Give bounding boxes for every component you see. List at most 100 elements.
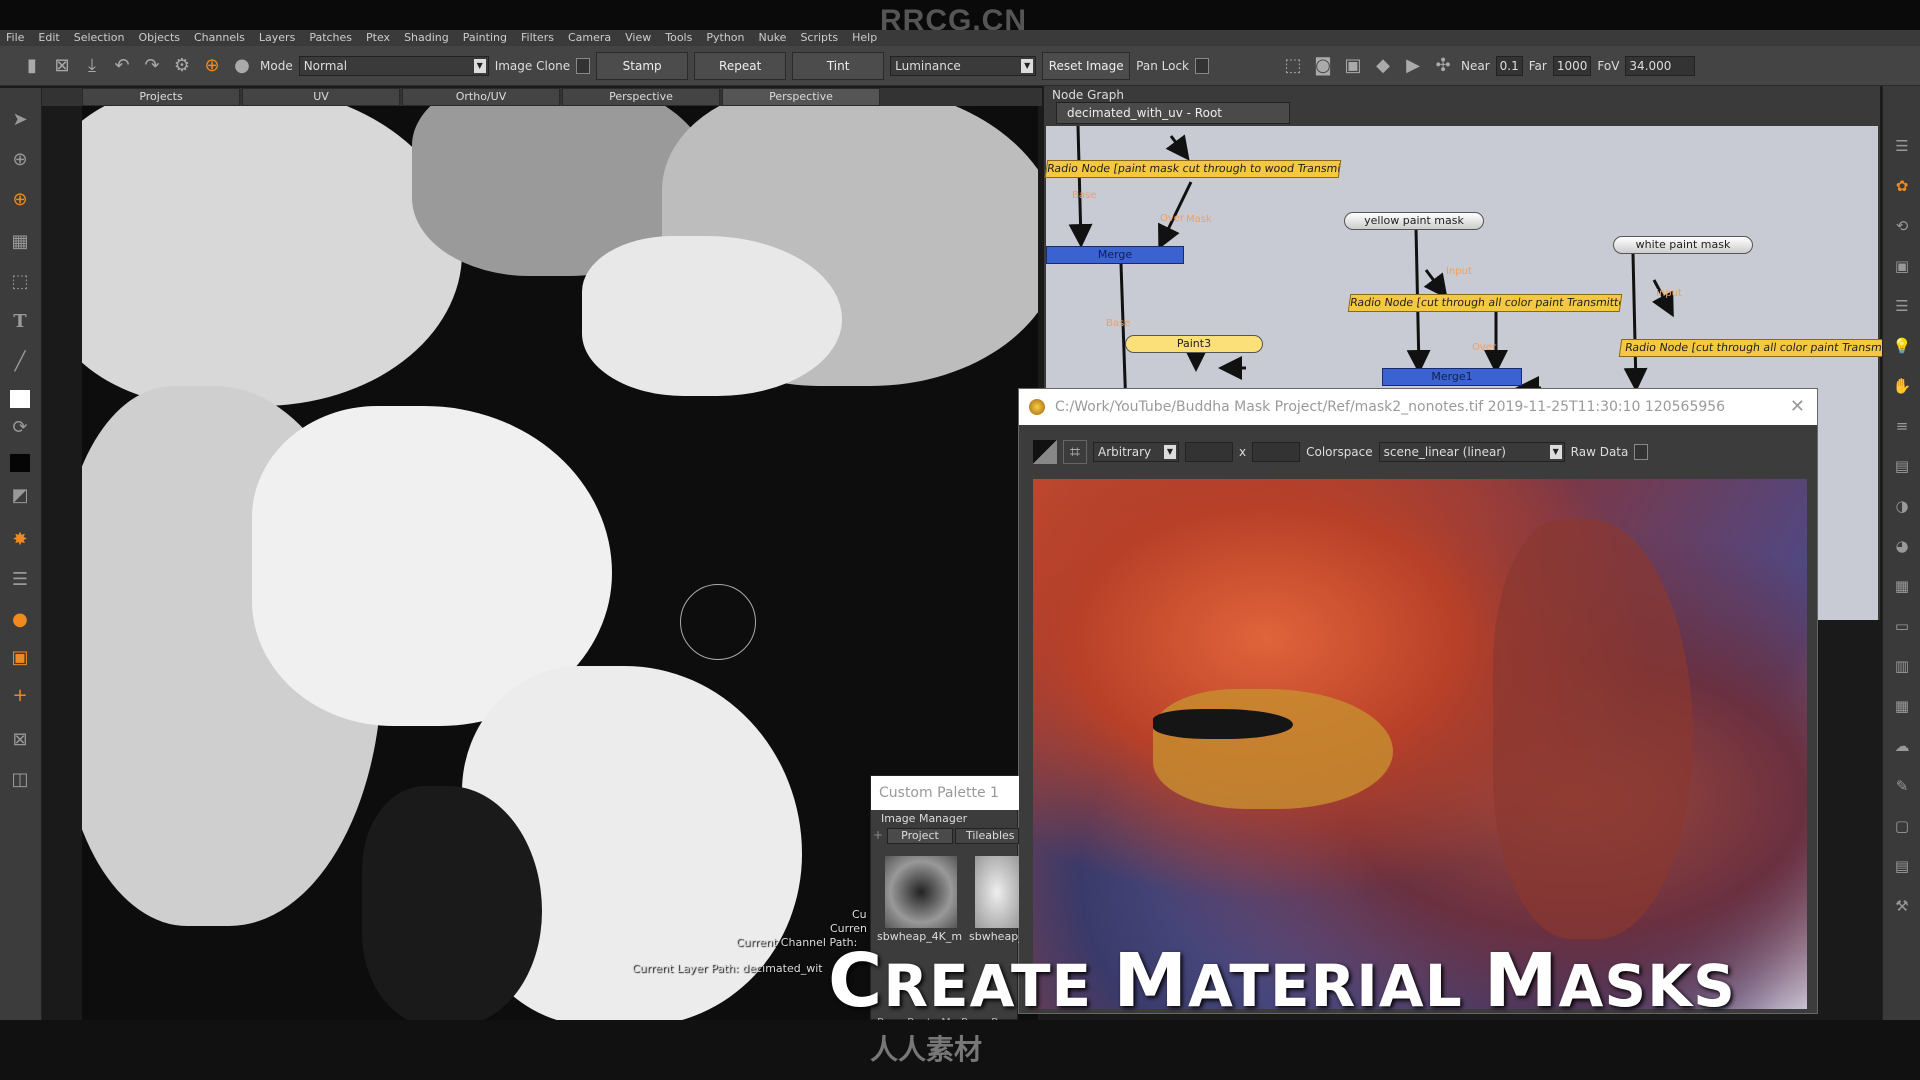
swap-colors-icon[interactable]: ⟳ bbox=[8, 416, 32, 440]
menu-file[interactable]: File bbox=[6, 30, 24, 46]
texture-thumbnail[interactable] bbox=[975, 856, 1019, 928]
repeat-button[interactable]: Repeat bbox=[694, 51, 787, 80]
default-colors-icon[interactable]: ◩ bbox=[8, 484, 32, 508]
select-arrow-icon[interactable]: ➤ bbox=[8, 108, 32, 132]
luminance-select[interactable]: Luminance ▼ bbox=[890, 55, 1037, 76]
brush-dots-icon[interactable]: ✣ bbox=[1431, 54, 1455, 78]
brush-icon[interactable]: ✎ bbox=[1892, 776, 1912, 796]
tab-tileables[interactable]: Tileables bbox=[955, 828, 1019, 844]
node-yellow-paint-mask[interactable]: yellow paint mask bbox=[1344, 212, 1484, 230]
camera-icon[interactable]: ◙ bbox=[1311, 54, 1335, 78]
text-tool-icon[interactable]: T bbox=[8, 310, 32, 334]
tab-projects[interactable]: Projects bbox=[82, 88, 240, 106]
raw-data-checkbox[interactable] bbox=[1634, 444, 1649, 460]
foreground-color-swatch[interactable] bbox=[10, 390, 30, 408]
tiles-icon[interactable]: ▦ bbox=[1892, 696, 1912, 716]
menu-python[interactable]: Python bbox=[706, 30, 744, 46]
near-input[interactable]: 0.1 bbox=[1495, 55, 1523, 76]
palette-icon[interactable]: ◕ bbox=[1892, 536, 1912, 556]
light-icon[interactable]: 💡 bbox=[1892, 336, 1912, 356]
menu-selection[interactable]: Selection bbox=[74, 30, 125, 46]
fov-input[interactable]: 34.000 bbox=[1625, 55, 1696, 76]
texture-thumbnail[interactable] bbox=[885, 856, 957, 928]
plus-icon[interactable]: + bbox=[8, 684, 32, 708]
checker-alpha-icon[interactable] bbox=[1033, 440, 1057, 464]
menu-channels[interactable]: Channels bbox=[194, 30, 245, 46]
colorspace-select[interactable]: scene_linear (linear) ▼ bbox=[1378, 442, 1565, 462]
menu-tools[interactable]: Tools bbox=[665, 30, 692, 46]
size-mode-select[interactable]: Arbitrary ▼ bbox=[1093, 442, 1179, 462]
menu-filters[interactable]: Filters bbox=[521, 30, 554, 46]
target-icon[interactable]: ⊕ bbox=[8, 148, 32, 172]
frame-icon[interactable]: ▢ bbox=[1892, 816, 1912, 836]
mode-select[interactable]: Normal ▼ bbox=[298, 55, 489, 76]
menu-painting[interactable]: Painting bbox=[463, 30, 507, 46]
redo-icon[interactable]: ↷ bbox=[140, 54, 164, 78]
paint-select-icon[interactable]: ✸ bbox=[8, 528, 32, 552]
marquee-select-icon[interactable]: ⬚ bbox=[8, 270, 32, 294]
shapes-icon[interactable]: ◑ bbox=[1892, 496, 1912, 516]
tab-uv[interactable]: UV bbox=[242, 88, 400, 106]
stack-icon[interactable]: ▤ bbox=[1892, 856, 1912, 876]
tab-project[interactable]: Project bbox=[887, 828, 953, 844]
new-file-icon[interactable]: ▮ bbox=[20, 54, 44, 78]
image-icon[interactable]: ▣ bbox=[1892, 256, 1912, 276]
height-input[interactable] bbox=[1252, 442, 1301, 462]
node-paint3[interactable]: Paint3 bbox=[1125, 335, 1263, 353]
node-graph-tab[interactable]: decimated_with_uv - Root bbox=[1056, 102, 1290, 124]
hand-icon[interactable]: ✋ bbox=[1892, 376, 1912, 396]
stamp-button[interactable]: Stamp bbox=[596, 51, 689, 80]
menu-icon[interactable]: ☰ bbox=[1892, 136, 1912, 156]
menu-patches[interactable]: Patches bbox=[309, 30, 352, 46]
menu-camera[interactable]: Camera bbox=[568, 30, 611, 46]
tab-perspective[interactable]: Perspective bbox=[562, 88, 720, 106]
undo-icon[interactable]: ↶ bbox=[110, 54, 134, 78]
reset-image-button[interactable]: Reset Image bbox=[1042, 51, 1131, 80]
eyedropper-icon[interactable]: ╱ bbox=[8, 350, 32, 374]
flower-icon[interactable]: ✿ bbox=[1892, 176, 1912, 196]
frame-icon[interactable]: ◫ bbox=[8, 768, 32, 792]
shade-icon[interactable]: ◆ bbox=[1371, 54, 1395, 78]
frame-select-icon[interactable]: ▣ bbox=[8, 646, 32, 670]
tool-icon[interactable]: ⚒ bbox=[1892, 896, 1912, 916]
sliders-icon[interactable]: ≡ bbox=[1892, 416, 1912, 436]
node-radio-color-2[interactable]: Radio Node [cut through all color paint … bbox=[1618, 339, 1892, 357]
save-file-icon[interactable]: ⤓ bbox=[80, 54, 104, 78]
tab-ortho-uv[interactable]: Ortho/UV bbox=[402, 88, 560, 106]
node-merge1[interactable]: Merge1 bbox=[1382, 368, 1522, 386]
play-icon[interactable]: ▶ bbox=[1401, 54, 1425, 78]
menu-edit[interactable]: Edit bbox=[38, 30, 59, 46]
book-icon[interactable]: ▥ bbox=[1892, 656, 1912, 676]
menu-view[interactable]: View bbox=[625, 30, 651, 46]
reference-image[interactable] bbox=[1033, 479, 1807, 1009]
channels-icon[interactable]: ▤ bbox=[1892, 456, 1912, 476]
background-color-swatch[interactable] bbox=[10, 454, 30, 472]
menu-objects[interactable]: Objects bbox=[138, 30, 180, 46]
brush-preview-icon[interactable]: ● bbox=[230, 54, 254, 78]
menu-scripts[interactable]: Scripts bbox=[800, 30, 838, 46]
close-icon[interactable]: ✕ bbox=[1790, 389, 1805, 425]
frame-icon[interactable]: ▣ bbox=[1341, 54, 1365, 78]
window-icon[interactable]: ▭ bbox=[1892, 616, 1912, 636]
node-radio-wood[interactable]: Radio Node [paint mask cut through to wo… bbox=[1044, 160, 1342, 178]
menu-shading[interactable]: Shading bbox=[404, 30, 449, 46]
box-x-icon[interactable]: ⊠ bbox=[8, 728, 32, 752]
visibility-icon[interactable]: ☰ bbox=[8, 568, 32, 592]
node-white-paint-mask[interactable]: white paint mask bbox=[1613, 236, 1753, 254]
layers-icon[interactable]: ☰ bbox=[1892, 296, 1912, 316]
menu-layers[interactable]: Layers bbox=[259, 30, 295, 46]
cloud-icon[interactable]: ☁ bbox=[1892, 736, 1912, 756]
close-file-icon[interactable]: ⊠ bbox=[50, 54, 74, 78]
paint-brush-icon[interactable]: ⊕ bbox=[8, 188, 32, 212]
add-icon[interactable]: + bbox=[873, 828, 883, 842]
tab-perspective-active[interactable]: Perspective bbox=[722, 88, 880, 106]
menu-nuke[interactable]: Nuke bbox=[759, 30, 787, 46]
paint-tool-icon[interactable]: ⊕ bbox=[200, 54, 224, 78]
menu-ptex[interactable]: Ptex bbox=[366, 30, 390, 46]
history-icon[interactable]: ⟲ bbox=[1892, 216, 1912, 236]
menu-help[interactable]: Help bbox=[852, 30, 877, 46]
node-radio-color-1[interactable]: Radio Node [cut through all color paint … bbox=[1347, 294, 1623, 312]
cube-view-icon[interactable]: ⬚ bbox=[1281, 54, 1305, 78]
settings-icon[interactable]: ⚙ bbox=[170, 54, 194, 78]
node-merge[interactable]: Merge bbox=[1046, 246, 1184, 264]
